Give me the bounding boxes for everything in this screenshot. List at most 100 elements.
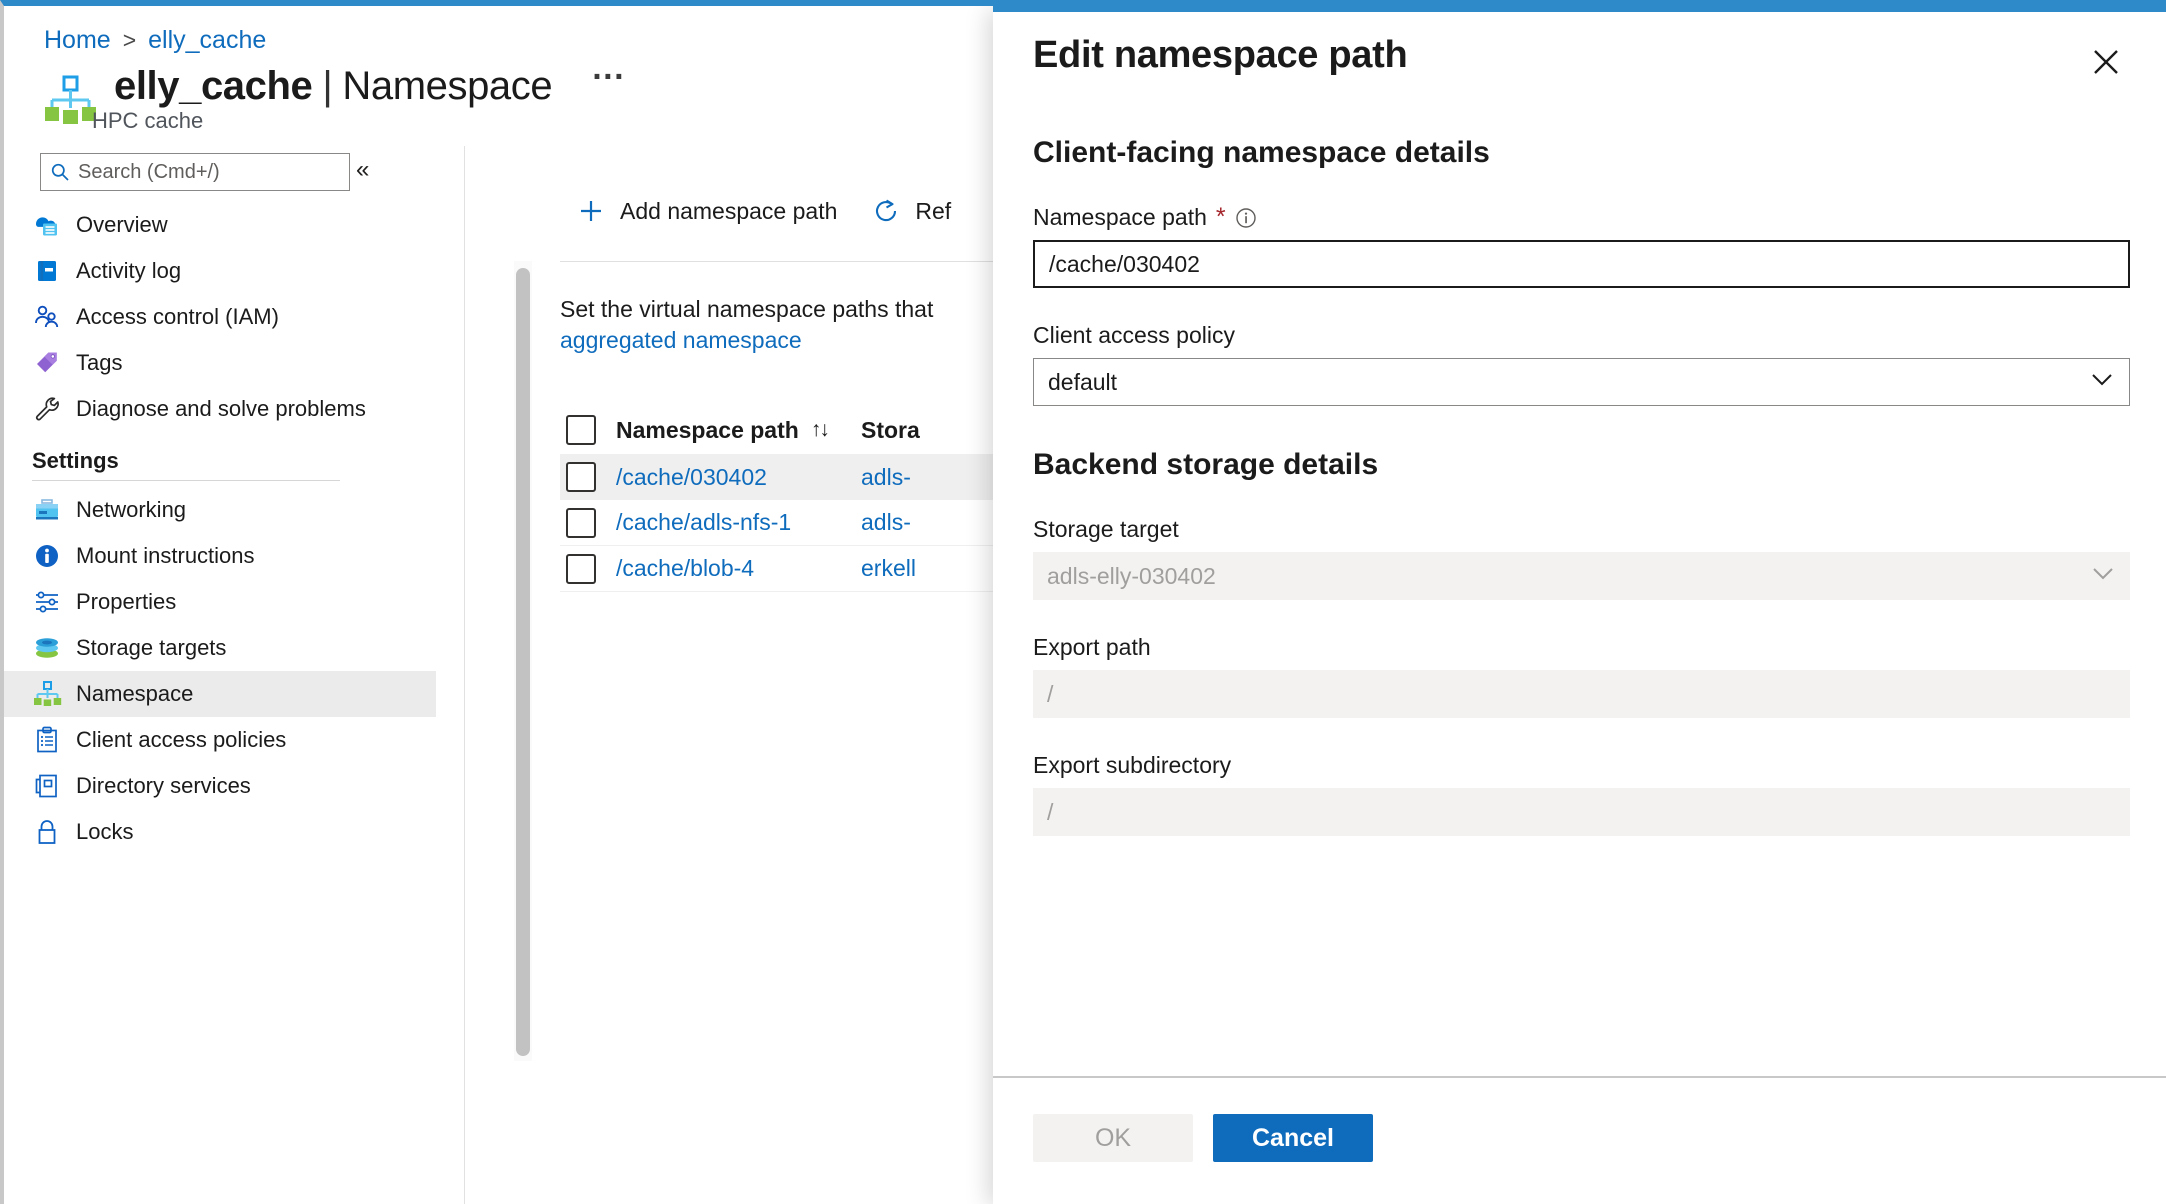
networking-icon: [32, 495, 62, 525]
sidebar-item-overview[interactable]: Overview: [4, 202, 436, 248]
sort-icon: ↑↓: [811, 418, 828, 442]
sidebar-item-networking[interactable]: Networking: [4, 487, 436, 533]
activity-log-icon: [32, 256, 62, 286]
sidebar-item-label: Access control (IAM): [76, 304, 279, 330]
portal-page: Home > elly_cache elly_cache | Namespace…: [0, 0, 2166, 1204]
sidebar-item-activity-log[interactable]: Activity log: [4, 248, 436, 294]
namespace-path-input[interactable]: [1033, 240, 2130, 288]
sidebar-item-label: Directory services: [76, 773, 251, 799]
row-namespace-path-link[interactable]: /cache/adls-nfs-1: [616, 509, 861, 536]
sidebar-item-label: Tags: [76, 350, 122, 376]
export-subdirectory-value: /: [1033, 788, 2130, 836]
row-namespace-path-link[interactable]: /cache/blob-4: [616, 555, 861, 582]
sidebar-item-label: Properties: [76, 589, 176, 615]
refresh-label: Ref: [915, 198, 951, 225]
page-title-resource: elly_cache: [114, 64, 312, 109]
sidebar-item-storage-targets[interactable]: Storage targets: [4, 625, 436, 671]
add-namespace-path-label: Add namespace path: [620, 198, 837, 225]
command-bar: Add namespace path Ref: [576, 196, 951, 226]
content-scrollbar-thumb[interactable]: [516, 268, 530, 1056]
export-path-label: Export path: [1033, 634, 1151, 661]
page-title-section: Namespace: [342, 64, 552, 109]
close-icon[interactable]: [2084, 40, 2128, 84]
client-access-policy-value: default: [1048, 369, 1117, 396]
plus-icon: [576, 196, 606, 226]
sidebar-item-directory-services[interactable]: Directory services: [4, 763, 436, 809]
field-storage-target: Storage target adls-elly-030402: [1033, 516, 2130, 600]
export-subdirectory-label-row: Export subdirectory: [1033, 752, 2130, 779]
storage-targets-icon: [32, 633, 62, 663]
sidebar-group-settings: Settings: [4, 448, 436, 474]
edit-namespace-path-panel: Edit namespace path Client-facing namesp…: [993, 6, 2166, 1204]
select-all-checkbox[interactable]: [566, 415, 596, 445]
sidebar-item-tags[interactable]: Tags: [4, 340, 436, 386]
refresh-button[interactable]: Ref: [871, 196, 951, 226]
row-namespace-path-link[interactable]: /cache/030402: [616, 464, 861, 491]
breadcrumb-separator-icon: >: [123, 27, 136, 54]
storage-target-label: Storage target: [1033, 516, 1179, 543]
client-access-policy-select[interactable]: default: [1033, 358, 2130, 406]
section-header-backend-storage: Backend storage details: [1033, 448, 2130, 482]
sidebar-item-label: Overview: [76, 212, 168, 238]
overview-icon: [32, 210, 62, 240]
breadcrumb-home[interactable]: Home: [44, 26, 111, 55]
field-export-subdirectory: Export subdirectory /: [1033, 752, 2130, 836]
export-subdirectory-label: Export subdirectory: [1033, 752, 1231, 779]
breadcrumb-elly-cache[interactable]: elly_cache: [148, 26, 266, 55]
directory-services-icon: [32, 771, 62, 801]
sidebar-item-label: Storage targets: [76, 635, 226, 661]
info-icon[interactable]: [1235, 207, 1257, 229]
add-namespace-path-button[interactable]: Add namespace path: [576, 196, 837, 226]
row-checkbox[interactable]: [566, 462, 596, 492]
sidebar-nav-list: Overview Activity log: [4, 202, 436, 855]
panel-footer: OK Cancel: [993, 1076, 2166, 1204]
search-icon: [51, 163, 69, 181]
column-header-namespace-path[interactable]: Namespace path ↑↓: [616, 417, 861, 444]
sidebar-item-diagnose[interactable]: Diagnose and solve problems: [4, 386, 436, 432]
row-checkbox[interactable]: [566, 508, 596, 538]
access-control-icon: [32, 302, 62, 332]
sidebar-item-label: Locks: [76, 819, 133, 845]
chevron-down-icon: [2089, 369, 2115, 395]
panel-title: Edit namespace path: [1033, 34, 1407, 77]
more-options-button[interactable]: ···: [592, 64, 625, 91]
aggregated-namespace-link[interactable]: aggregated namespace: [560, 327, 802, 353]
hpc-cache-resource-icon: [42, 72, 96, 126]
section-header-client-facing: Client-facing namespace details: [1033, 136, 2130, 170]
sidebar-item-label: Activity log: [76, 258, 181, 284]
cancel-button[interactable]: Cancel: [1213, 1114, 1373, 1162]
export-path-label-row: Export path: [1033, 634, 2130, 661]
refresh-icon: [871, 196, 901, 226]
clipboard-icon: [32, 725, 62, 755]
sidebar-group-divider: [32, 480, 340, 481]
client-access-policy-label-row: Client access policy: [1033, 322, 2130, 349]
properties-icon: [32, 587, 62, 617]
panel-footer-buttons: OK Cancel: [1033, 1114, 1373, 1162]
row-checkbox[interactable]: [566, 554, 596, 584]
ok-button[interactable]: OK: [1033, 1114, 1193, 1162]
field-namespace-path: Namespace path *: [1033, 204, 2130, 288]
sidebar-item-mount-instructions[interactable]: Mount instructions: [4, 533, 436, 579]
sidebar-item-label: Mount instructions: [76, 543, 255, 569]
panel-body: Client-facing namespace details Namespac…: [993, 100, 2166, 1076]
info-circle-icon: [32, 541, 62, 571]
sidebar-item-client-access-policies[interactable]: Client access policies: [4, 717, 436, 763]
storage-target-label-row: Storage target: [1033, 516, 2130, 543]
sidebar-item-label: Diagnose and solve problems: [76, 396, 366, 422]
lock-icon: [32, 817, 62, 847]
storage-target-value: adls-elly-030402: [1047, 563, 1216, 590]
sidebar-item-locks[interactable]: Locks: [4, 809, 436, 855]
namespace-path-label-row: Namespace path *: [1033, 204, 2130, 231]
sidebar-item-access-control[interactable]: Access control (IAM): [4, 294, 436, 340]
search-input[interactable]: [78, 161, 339, 184]
sidebar-item-namespace[interactable]: Namespace: [4, 671, 436, 717]
export-path-value: /: [1033, 670, 2130, 718]
sidebar-search[interactable]: [40, 153, 350, 191]
field-export-path: Export path /: [1033, 634, 2130, 718]
page-subtitle: HPC cache: [92, 108, 203, 134]
required-indicator: *: [1216, 205, 1226, 230]
sidebar-item-label: Namespace: [76, 681, 193, 707]
sidebar-item-properties[interactable]: Properties: [4, 579, 436, 625]
collapse-sidebar-icon[interactable]: «: [356, 158, 369, 182]
nav-divider: [464, 146, 465, 1204]
